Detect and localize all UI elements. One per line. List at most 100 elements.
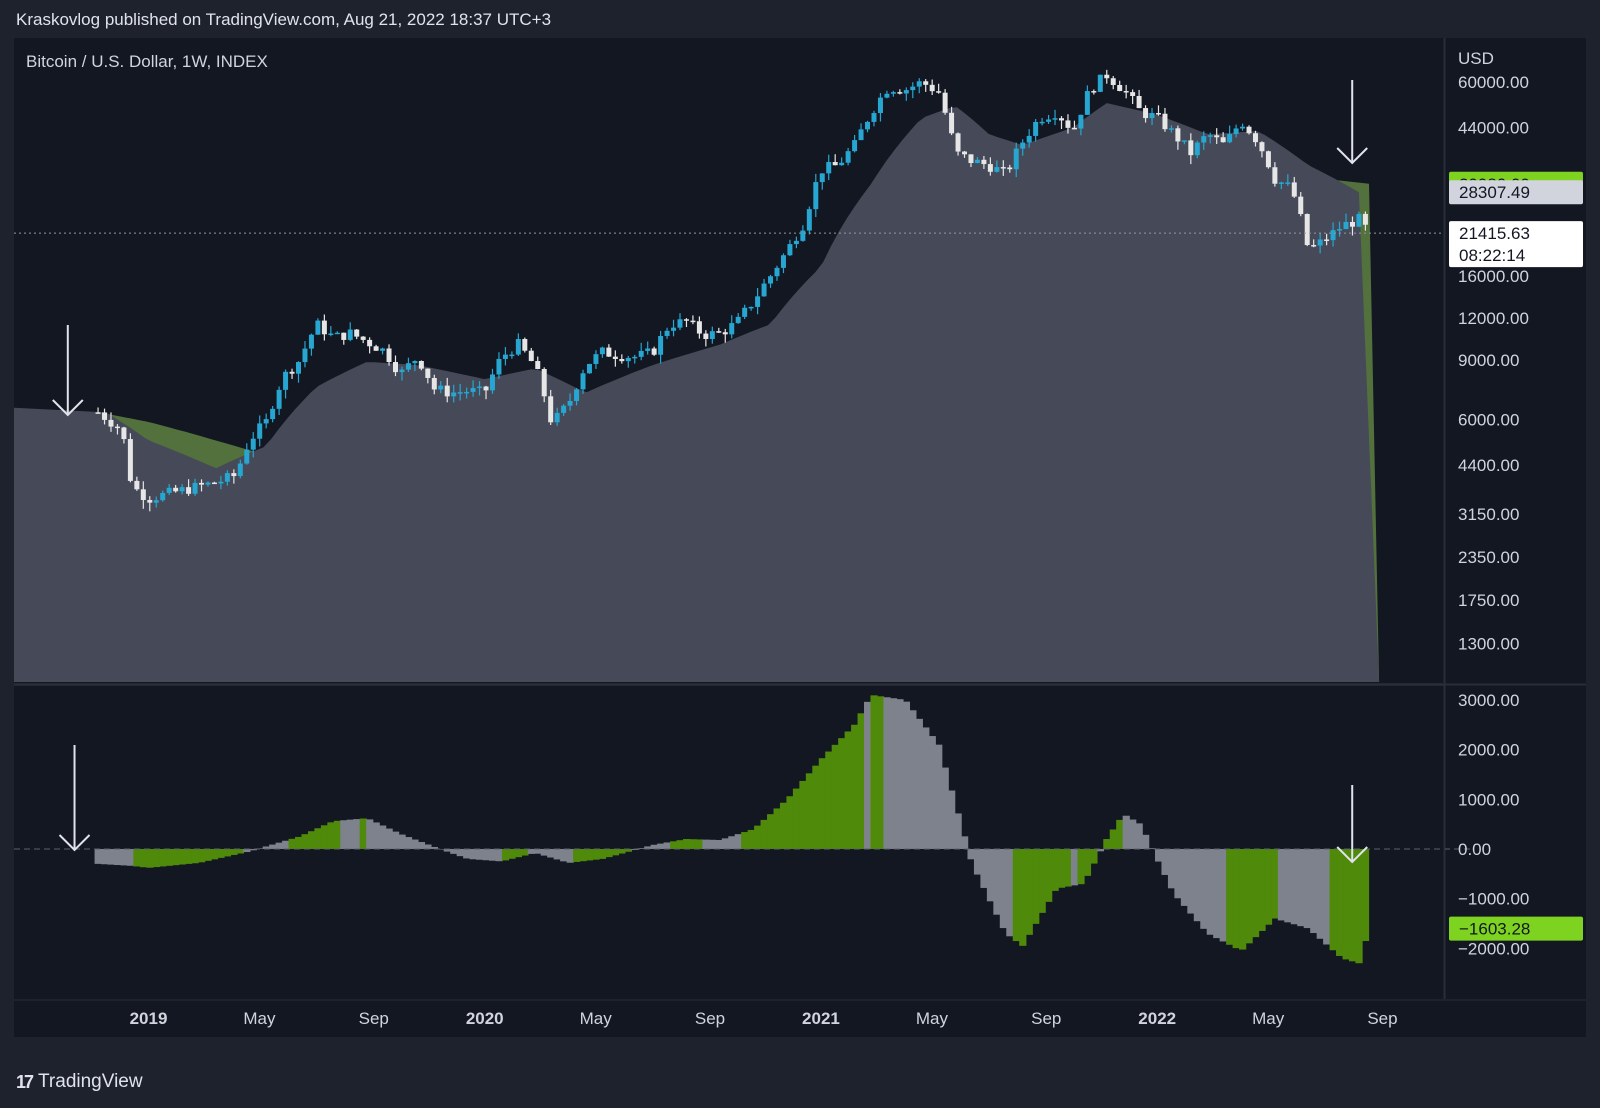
oscillator-bar <box>954 813 962 849</box>
osc-value-tag-text: −1603.28 <box>1459 920 1530 939</box>
tradingview-logo[interactable]: 17 TradingView <box>16 1071 143 1093</box>
candle-body <box>910 86 916 91</box>
oscillator-bar <box>973 848 982 875</box>
oscillator-bar <box>1232 848 1240 949</box>
oscillator-bar <box>1284 848 1292 923</box>
price-tick-label: 1300.00 <box>1458 635 1519 654</box>
oscillator-bar <box>366 819 374 849</box>
oscillator-bar <box>844 731 852 849</box>
oscillator-bar <box>1193 848 1201 922</box>
time-tick-label: May <box>580 1009 613 1028</box>
oscillator-bar <box>825 751 833 849</box>
candle-body <box>211 482 217 485</box>
candle-body <box>858 129 864 141</box>
candle-body <box>1059 118 1065 121</box>
osc-value-tag: −1603.28 <box>1449 916 1583 941</box>
oscillator-bar <box>534 848 542 854</box>
oscillator-bar <box>488 848 497 861</box>
oscillator-bar <box>909 710 917 849</box>
candle-body <box>774 267 780 277</box>
candle-body <box>438 385 444 390</box>
candle-body <box>638 350 644 357</box>
oscillator-bar <box>521 848 529 856</box>
candle-body <box>535 361 541 369</box>
candle-body <box>373 346 379 351</box>
candle-body <box>1046 119 1052 122</box>
candle-body <box>949 112 955 134</box>
candle-body <box>890 92 896 94</box>
candle-body <box>276 389 282 409</box>
candle-body <box>1117 85 1123 92</box>
oscillator-bar <box>566 848 574 863</box>
oscillator-bar <box>411 839 419 849</box>
oscillator-bar <box>598 848 607 859</box>
oscillator-bar <box>223 848 232 857</box>
oscillator-bar <box>159 848 167 867</box>
oscillator-bar <box>1038 848 1046 913</box>
oscillator-bar <box>1361 848 1370 942</box>
oscillator-bar <box>773 808 781 849</box>
candle-body <box>1065 120 1071 128</box>
candle-body <box>936 91 942 93</box>
candle-body <box>664 330 670 336</box>
osc-tick-label: −2000.00 <box>1458 939 1529 958</box>
price-tick-label: 3150.00 <box>1458 505 1519 524</box>
tradingview-brand: TradingView <box>38 1071 143 1092</box>
chart-canvas[interactable]: Bitcoin / U.S. Dollar, 1W, INDEX USD 6000… <box>0 0 1600 1108</box>
candle-body <box>839 162 845 166</box>
candle-body <box>321 320 327 335</box>
candle-body <box>671 327 677 331</box>
oscillator-bar <box>592 848 600 860</box>
candle-body <box>1240 126 1246 129</box>
candle-body <box>1181 140 1187 142</box>
candle-body <box>755 296 761 307</box>
candle-body <box>735 316 741 324</box>
candle-body <box>987 164 993 172</box>
fast-ma-price-tag: 28307.49 <box>1449 180 1583 205</box>
candle-body <box>192 482 198 494</box>
candle-body <box>1130 92 1136 97</box>
candle-body <box>877 97 883 114</box>
oscillator-bar <box>980 848 988 888</box>
oscillator-bar <box>618 848 626 854</box>
candle-body <box>1007 167 1013 170</box>
candle-body <box>489 374 495 391</box>
oscillator-bar <box>514 848 523 858</box>
oscillator-bar <box>482 848 490 861</box>
symbol-title: Bitcoin / U.S. Dollar, 1W, INDEX <box>26 52 268 71</box>
oscillator-bar <box>301 834 309 849</box>
candle-body <box>677 319 683 328</box>
oscillator-bar <box>501 848 510 861</box>
candle-body <box>328 333 334 336</box>
oscillator-bar <box>340 820 348 849</box>
oscillator-bar <box>333 820 342 849</box>
candle-body <box>95 412 101 414</box>
oscillator-bar <box>689 839 697 849</box>
oscillator-bar <box>805 773 814 849</box>
oscillator-bar <box>210 848 219 860</box>
oscillator-bar <box>734 834 742 849</box>
oscillator-bar <box>1264 848 1273 925</box>
candle-body <box>974 159 980 164</box>
oscillator-bar <box>424 844 432 849</box>
oscillator-bar <box>1077 848 1085 885</box>
osc-tick-label: −1000.00 <box>1458 890 1529 909</box>
candle-body <box>1298 196 1304 215</box>
candle-body <box>748 306 754 309</box>
oscillator-bar <box>818 758 826 849</box>
oscillator-bar <box>708 839 717 849</box>
oscillator-bar <box>922 727 930 849</box>
candle-body <box>1026 135 1032 143</box>
candle-body <box>270 408 276 420</box>
candle-body <box>768 276 774 284</box>
oscillator-bar <box>1187 848 1195 914</box>
oscillator-bar <box>1006 848 1014 937</box>
candle-body <box>709 331 715 340</box>
candle-body <box>716 331 722 333</box>
oscillator-bar <box>993 848 1001 915</box>
oscillator-bar <box>1251 848 1260 938</box>
oscillator-bar <box>346 819 354 849</box>
candle-body <box>780 255 786 268</box>
candle-body <box>496 358 502 375</box>
candle-body <box>1020 142 1026 149</box>
